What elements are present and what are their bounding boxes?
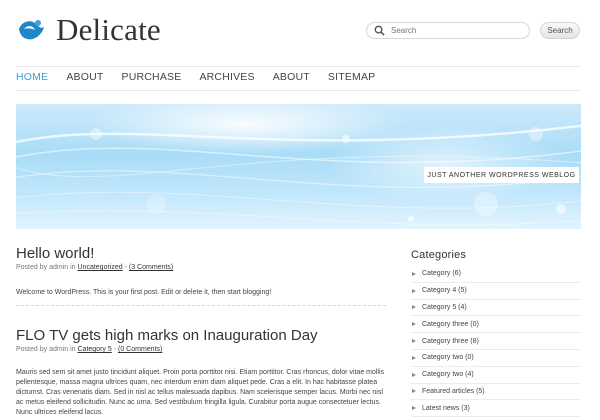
post-meta-2: Posted by admin in Category 5 - (0 Comme… [16, 346, 162, 353]
nav-divider-top [16, 66, 581, 67]
category-label: Featured articles (5) [422, 387, 485, 395]
category-item[interactable]: Category 4 (5) [411, 283, 581, 300]
arrow-right-icon [412, 305, 416, 310]
category-item[interactable]: Category (6) [411, 266, 581, 283]
post-category-link[interactable]: Uncategorized [78, 264, 123, 271]
category-label: Category two (4) [422, 371, 474, 379]
post-title-2[interactable]: FLO TV gets high marks on Inauguration D… [16, 327, 318, 344]
post-comments-link[interactable]: (3 Comments) [129, 264, 173, 271]
arrow-right-icon [412, 389, 416, 394]
categories-list: Category (6) Category 4 (5) Category 5 (… [411, 266, 581, 418]
search-button[interactable]: Search [540, 22, 580, 39]
post-divider [16, 305, 386, 306]
post-category-link[interactable]: Category 5 [78, 346, 112, 353]
post-body-1: Welcome to WordPress. This is your first… [16, 289, 272, 296]
main-nav: HOME ABOUT PURCHASE ARCHIVES ABOUT SITEM… [16, 71, 393, 83]
nav-archives[interactable]: ARCHIVES [199, 71, 254, 83]
categories-heading: Categories [411, 249, 467, 261]
post-meta-prefix: Posted by admin in [16, 346, 76, 353]
category-label: Category two (0) [422, 354, 474, 362]
post-body-2: Mauris sed sem sit amet justo tincidunt … [16, 369, 385, 416]
nav-divider-bottom [16, 90, 581, 91]
nav-purchase[interactable]: PURCHASE [121, 71, 181, 83]
meta-separator: - [113, 346, 117, 353]
post-title-1[interactable]: Hello world! [16, 245, 94, 262]
category-label: Latest news (3) [422, 404, 470, 412]
site-title: Delicate [56, 12, 161, 47]
category-item[interactable]: Category three (0) [411, 316, 581, 334]
nav-about[interactable]: ABOUT [66, 71, 103, 83]
arrow-right-icon [412, 288, 416, 293]
arrow-right-icon [412, 322, 416, 327]
category-label: Category 5 (4) [422, 303, 467, 311]
category-label: Category (6) [422, 270, 461, 278]
arrow-right-icon [412, 406, 416, 411]
site-tagline: JUST ANOTHER WORDPRESS WEBLOG [424, 167, 579, 183]
bird-logo-icon [19, 20, 44, 40]
arrow-right-icon [412, 271, 416, 276]
meta-separator: - [124, 264, 127, 271]
category-item[interactable]: Category three (8) [411, 333, 581, 350]
category-label: Category 4 (5) [422, 287, 467, 295]
category-item[interactable]: Featured articles (5) [411, 384, 581, 401]
nav-about-2[interactable]: ABOUT [273, 71, 310, 83]
nav-home[interactable]: HOME [16, 71, 48, 83]
category-label: Category three (0) [422, 320, 479, 328]
post-comments-link[interactable]: (0 Comments) [118, 346, 162, 353]
category-item[interactable]: Category two (0) [411, 350, 581, 367]
nav-sitemap[interactable]: SITEMAP [328, 71, 376, 83]
arrow-right-icon [412, 355, 416, 360]
search-icon [374, 25, 385, 36]
search-input[interactable] [391, 26, 521, 35]
category-item[interactable]: Category 5 (4) [411, 300, 581, 317]
search-field[interactable] [366, 22, 530, 39]
post-meta-1: Posted by admin in Uncategorized - (3 Co… [16, 264, 173, 271]
arrow-right-icon [412, 372, 416, 377]
category-label: Category three (8) [422, 337, 479, 345]
category-item[interactable]: Category two (4) [411, 367, 581, 384]
category-item[interactable]: Latest news (3) [411, 400, 581, 418]
arrow-right-icon [412, 339, 416, 344]
site-logo[interactable]: Delicate [16, 12, 161, 48]
post-meta-prefix: Posted by admin in [16, 264, 76, 271]
